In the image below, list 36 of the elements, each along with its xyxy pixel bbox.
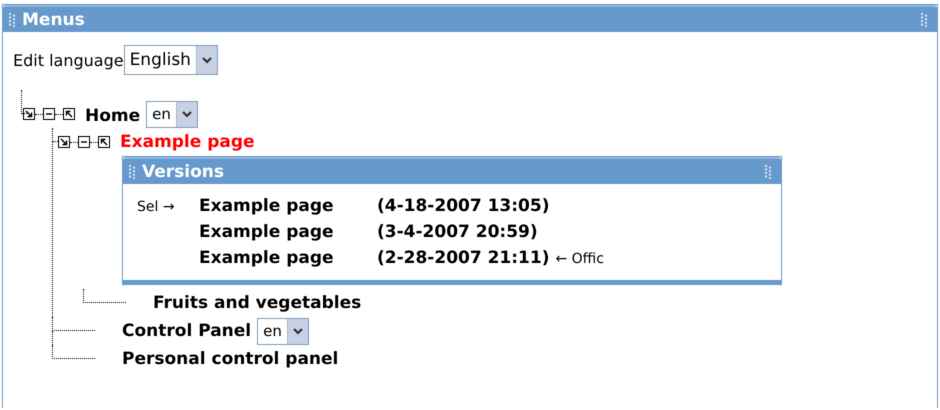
tree-connector — [83, 289, 126, 303]
language-select[interactable]: en — [257, 318, 309, 344]
caret-icon — [182, 110, 192, 118]
arrow-up-left-icon[interactable] — [63, 108, 75, 120]
menu-item[interactable]: Personal control panel — [122, 349, 338, 369]
version-date: (4-18-2007 13:05) — [377, 196, 550, 216]
edit-language-label: Edit language — [13, 50, 124, 70]
version-name[interactable]: Example page — [199, 248, 377, 268]
menu-item[interactable]: Example page — [120, 132, 255, 152]
arrow-down-right-icon[interactable] — [23, 108, 35, 120]
menu-item[interactable]: Control Panel — [122, 321, 252, 341]
version-note: ← Offic — [555, 251, 604, 267]
panel-title: Versions — [142, 162, 224, 182]
minus-icon[interactable] — [43, 108, 55, 120]
version-name[interactable]: Example page — [199, 222, 377, 242]
arrow-down-right-icon[interactable] — [58, 136, 70, 148]
menu-item[interactable]: Home — [85, 106, 140, 126]
grip-icon[interactable] — [9, 12, 17, 26]
arrow-up-left-icon[interactable] — [98, 136, 110, 148]
tree-connector — [52, 345, 95, 359]
grip-icon[interactable] — [129, 164, 137, 178]
minus-icon[interactable] — [78, 136, 90, 148]
language-select[interactable]: en — [146, 100, 198, 128]
grip-icon[interactable] — [765, 164, 773, 178]
version-date: (2-28-2007 21:11) — [377, 248, 550, 268]
language-select[interactable]: English — [124, 45, 218, 75]
caret-icon — [292, 327, 303, 335]
tree-line — [52, 331, 53, 345]
menu-item[interactable]: Fruits and vegetables — [153, 293, 362, 313]
tree-connector — [52, 317, 95, 331]
caret-icon — [202, 56, 212, 64]
grip-icon[interactable] — [921, 12, 929, 26]
panel-title: Menus — [22, 10, 85, 30]
version-name[interactable]: Example page — [199, 196, 377, 216]
version-date: (3-4-2007 20:59) — [377, 222, 538, 242]
selected-marker: Sel → — [137, 199, 175, 215]
